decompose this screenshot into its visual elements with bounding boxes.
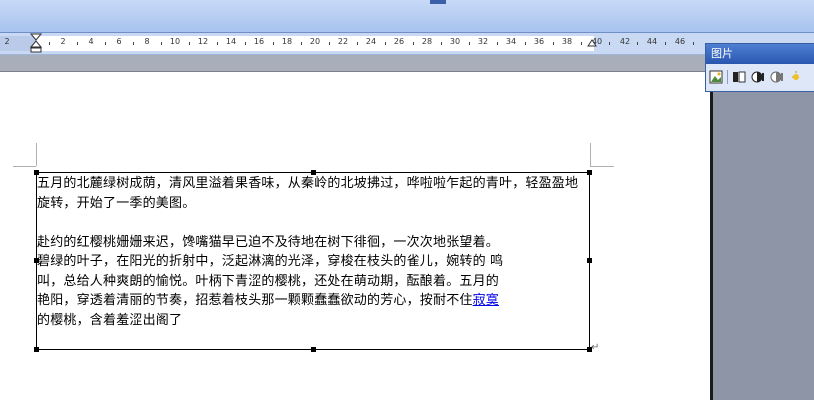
indent-marker-icon[interactable] [30, 33, 42, 53]
ruler-label: 30 [449, 37, 461, 46]
ruler-minor-tick [637, 42, 638, 45]
ruler-minor-tick [245, 42, 246, 45]
ruler-label: 2 [4, 37, 10, 46]
ruler-label: 8 [144, 37, 150, 46]
ruler-minor-tick [385, 42, 386, 45]
ruler-minor-tick [413, 42, 414, 45]
ruler-minor-tick [581, 42, 582, 45]
picture-toolbar-title[interactable]: 图片 [706, 44, 814, 64]
ruler-label: 22 [337, 37, 349, 46]
paragraph-2-line-2: 碧绿的叶子，在阳光的折射中，泛起淋漓的光泽，穿梭在枝头的雀儿，婉转的 鸣 [37, 254, 504, 269]
paragraph-2-line-3: 叫，总给人种爽朗的愉悦。叶柄下青涩的樱桃，还处在萌动期，酝酿着。五月的 [37, 273, 500, 289]
ruler-label: 2 [60, 37, 66, 46]
ruler-label: 6 [116, 37, 122, 46]
resize-handle[interactable] [34, 347, 39, 352]
ruler-minor-tick [301, 42, 302, 45]
ruler-minor-tick [273, 42, 274, 45]
ruler-minor-tick [609, 42, 610, 45]
paragraph-2-line-4-text: 艳阳，穿透着清丽的节奏，招惹着枝头那一颗颗蠢蠢欲动的芳心，按耐不住 [37, 293, 473, 308]
ruler-label: 36 [533, 37, 545, 46]
ruler-minor-tick [329, 42, 330, 45]
ruler-label: 20 [309, 37, 321, 46]
ruler-gray-band [0, 55, 710, 72]
color-icon[interactable] [731, 69, 747, 85]
ruler-label: 14 [225, 37, 237, 46]
toolbar-notch [430, 0, 446, 4]
ruler-label: 34 [505, 37, 517, 46]
right-indent-marker-icon[interactable] [587, 37, 597, 47]
ruler-label: 44 [646, 37, 658, 46]
ruler-label: 12 [197, 37, 209, 46]
ruler-label: 18 [281, 37, 293, 46]
margin-crop-line [590, 166, 614, 167]
horizontal-ruler[interactable]: 2 2 4 6 8 10 12 14 16 18 20 22 24 26 28 … [0, 33, 814, 55]
hyperlink-word[interactable]: 寂寞 [473, 293, 499, 308]
ruler-minor-tick [525, 42, 526, 45]
less-contrast-icon[interactable] [769, 69, 785, 85]
margin-crop-line [13, 166, 36, 167]
paragraph-1: 五月的北麓绿树成荫，清风里溢着果香味，从秦岭的北坡拂过，哗啦啦乍起的青叶，轻盈盈… [37, 176, 579, 211]
ruler-minor-tick [77, 42, 78, 45]
ruler-minor-tick [469, 42, 470, 45]
paragraph-2-line-5: 的樱桃，含着羞涩出阁了 [37, 312, 183, 328]
ruler-minor-tick [189, 42, 190, 45]
margin-crop-line [590, 143, 591, 166]
paragraph-2-line-1: 赴约的红樱桃姗姗来迟，馋嘴猫早已迫不及待地在树下徘徊，一次次地张望着。 [37, 234, 500, 250]
picture-toolbar[interactable]: 图片 [705, 43, 814, 92]
ruler-minor-tick [49, 42, 50, 45]
ruler-minor-tick [553, 42, 554, 45]
ruler-minor-tick [217, 42, 218, 45]
picture-toolbar-buttons [708, 67, 804, 87]
ruler-minor-tick [693, 42, 694, 45]
ruler-minor-tick [441, 42, 442, 45]
ruler-minor-tick [105, 42, 106, 45]
ruler-label: 26 [393, 37, 405, 46]
ruler-label: 10 [169, 37, 181, 46]
ruler-minor-tick [357, 42, 358, 45]
ruler-label: 32 [477, 37, 489, 46]
vertical-scroll-area[interactable] [710, 55, 814, 400]
insert-picture-icon[interactable] [708, 69, 724, 85]
ruler-minor-tick [497, 42, 498, 45]
ruler-label: 16 [253, 37, 265, 46]
ruler-label: 42 [619, 37, 631, 46]
ruler-label: 4 [88, 37, 94, 46]
more-brightness-icon[interactable] [788, 69, 804, 85]
margin-crop-line [36, 143, 37, 166]
toolbar-strip [0, 0, 814, 33]
paragraph-2-line-4: 艳阳，穿透着清丽的节奏，招惹着枝头那一颗颗蠢蠢欲动的芳心，按耐不住寂寞 [37, 291, 591, 311]
toolbar-separator [727, 70, 728, 84]
ruler-label: 28 [421, 37, 433, 46]
ruler-label: 38 [561, 37, 573, 46]
ruler-minor-tick [161, 42, 162, 45]
ruler-label: 46 [674, 37, 686, 46]
paragraph-mark: ↵ [591, 342, 600, 353]
ruler-minor-tick [133, 42, 134, 45]
ruler-minor-tick [665, 42, 666, 45]
resize-handle[interactable] [311, 347, 316, 352]
text-box-content[interactable]: 五月的北麓绿树成荫，清风里溢着果香味，从秦岭的北坡拂过，哗啦啦乍起的青叶，轻盈盈… [37, 174, 591, 330]
more-contrast-icon[interactable] [750, 69, 766, 85]
ruler-label: 24 [365, 37, 377, 46]
